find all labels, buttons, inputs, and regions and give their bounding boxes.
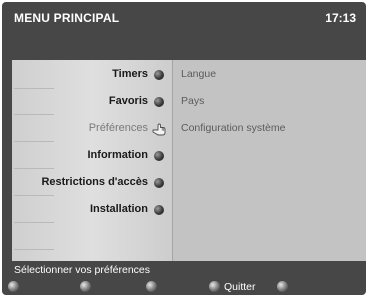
divider-line bbox=[14, 249, 54, 250]
divider-line bbox=[14, 88, 54, 89]
green-key-icon[interactable] bbox=[80, 281, 91, 292]
yellow-key-icon[interactable] bbox=[146, 281, 157, 292]
hand-pointer-icon bbox=[152, 123, 166, 136]
menu-title: MENU PRINCIPAL bbox=[14, 11, 120, 25]
menu-item-preferences[interactable]: Préférences bbox=[12, 119, 170, 139]
menu-item-installation[interactable]: Installation bbox=[12, 200, 170, 220]
bullet-icon bbox=[154, 205, 164, 215]
tv-menu-screen: MENU PRINCIPAL 17:13 Timers Favoris Préf… bbox=[2, 2, 366, 295]
menu-item-label: Favoris bbox=[108, 95, 148, 107]
menu-panel: Timers Favoris Préférences Information R… bbox=[12, 60, 366, 261]
blue-key-icon[interactable] bbox=[209, 281, 220, 292]
divider-line bbox=[14, 114, 54, 115]
main-menu: Timers Favoris Préférences Information R… bbox=[12, 60, 172, 261]
divider-line bbox=[14, 141, 54, 142]
divider-line bbox=[14, 195, 54, 196]
menu-item-label: Timers bbox=[112, 68, 148, 80]
menu-item-label: Restrictions d'accès bbox=[41, 176, 148, 188]
submenu-item-pays[interactable]: Pays bbox=[181, 95, 204, 107]
submenu-item-configuration[interactable]: Configuration système bbox=[181, 122, 285, 134]
bullet-icon bbox=[154, 178, 164, 188]
menu-item-label: Installation bbox=[89, 203, 148, 215]
bullet-icon bbox=[154, 97, 164, 107]
menu-item-label: Préférences bbox=[88, 122, 148, 134]
clock: 17:13 bbox=[325, 11, 356, 25]
menu-item-label: Information bbox=[87, 149, 149, 161]
divider-line bbox=[14, 222, 54, 223]
red-key-icon[interactable] bbox=[8, 281, 19, 292]
submenu-item-langue[interactable]: Langue bbox=[181, 68, 216, 80]
help-text: Sélectionner vos préférences bbox=[14, 264, 150, 276]
menu-item-information[interactable]: Information bbox=[12, 146, 170, 166]
bullet-icon bbox=[154, 151, 164, 161]
menu-item-timers[interactable]: Timers bbox=[12, 65, 170, 85]
ok-key-icon[interactable] bbox=[277, 281, 288, 292]
submenu-pane: Langue Pays Configuration système bbox=[173, 60, 366, 261]
quit-label[interactable]: Quitter bbox=[224, 281, 256, 293]
menu-item-favoris[interactable]: Favoris bbox=[12, 92, 170, 112]
menu-item-restrictions[interactable]: Restrictions d'accès bbox=[12, 173, 170, 193]
divider-line bbox=[14, 168, 54, 169]
bullet-icon bbox=[154, 70, 164, 80]
